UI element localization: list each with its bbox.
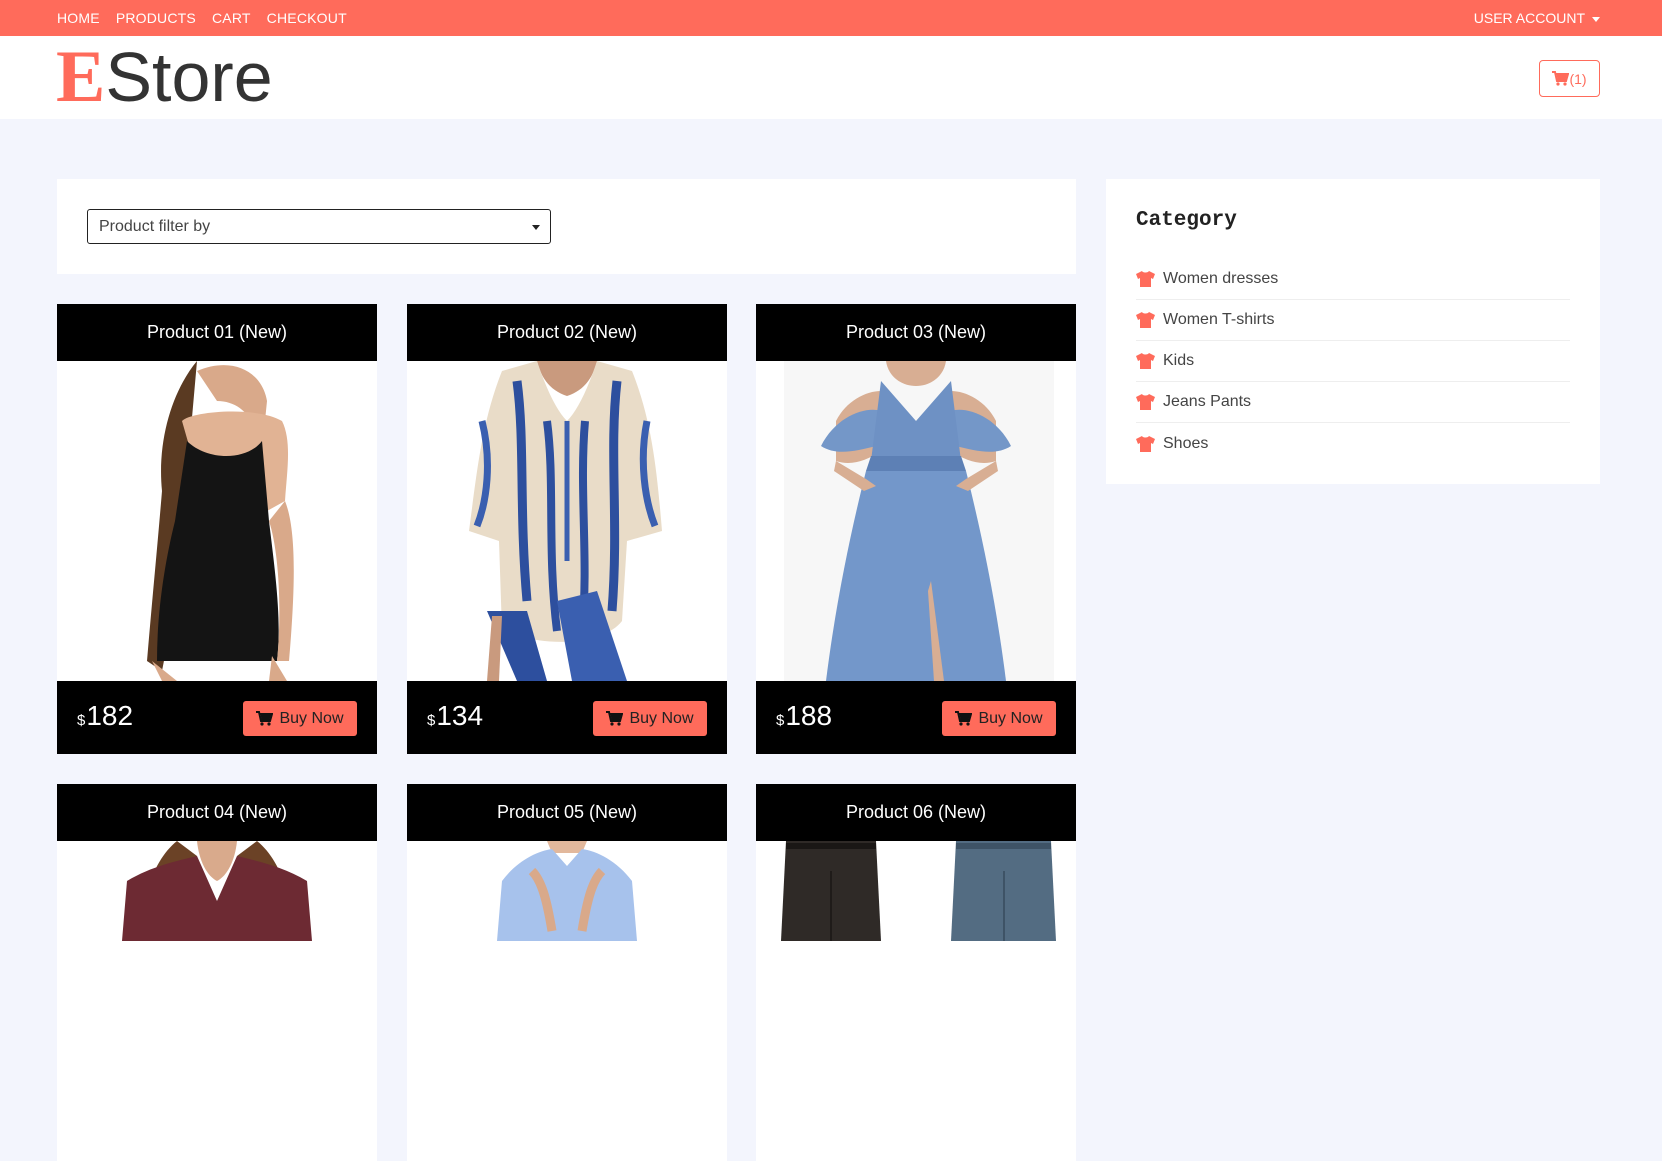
nav-products-link[interactable]: PRODUCTS: [116, 10, 196, 26]
product-title[interactable]: Product 06 (New): [756, 784, 1076, 841]
logo-text: Store: [105, 38, 273, 116]
product-card: Product 04 (New): [57, 784, 377, 1161]
product-footer: $182 Buy Now: [57, 681, 377, 754]
cart-icon: [1552, 71, 1570, 86]
product-price: $134: [427, 701, 483, 736]
tshirt-icon: [1136, 435, 1155, 452]
buy-now-label: Buy Now: [978, 709, 1043, 727]
product-image[interactable]: [407, 841, 727, 1161]
category-item-kids[interactable]: Kids: [1136, 341, 1570, 382]
currency-symbol: $: [427, 712, 436, 729]
product-footer: $188 Buy Now: [756, 681, 1076, 754]
nav-links: HOME PRODUCTS CART CHECKOUT: [57, 0, 347, 36]
product-image[interactable]: [57, 841, 377, 1161]
nav-cart-link[interactable]: CART: [212, 10, 251, 26]
product-card: Product 05 (New): [407, 784, 727, 1161]
product-price: $188: [776, 701, 832, 736]
category-label: Shoes: [1163, 434, 1209, 452]
price-value: 134: [436, 700, 484, 731]
product-image[interactable]: [756, 361, 1076, 681]
category-panel: Category Women dresses Women T-shirts Ki…: [1106, 179, 1600, 484]
product-title[interactable]: Product 04 (New): [57, 784, 377, 841]
product-footer: $134 Buy Now: [407, 681, 727, 754]
nav-checkout-link[interactable]: CHECKOUT: [267, 10, 347, 26]
product-filter-select[interactable]: Product filter by: [87, 209, 551, 244]
filter-panel: Product filter by: [57, 179, 1076, 274]
user-account-label: USER ACCOUNT: [1473, 10, 1585, 26]
product-title[interactable]: Product 01 (New): [57, 304, 377, 361]
category-item-women-tshirts[interactable]: Women T-shirts: [1136, 300, 1570, 341]
product-filter-value: Product filter by: [99, 217, 211, 235]
tshirt-icon: [1136, 312, 1155, 328]
tshirt-icon: [1136, 271, 1155, 287]
product-image[interactable]: [407, 361, 727, 681]
category-item-shoes[interactable]: Shoes: [1136, 423, 1570, 464]
cart-count: (1): [1569, 70, 1587, 87]
logo-letter: E: [56, 36, 106, 118]
nav-home-link[interactable]: HOME: [57, 10, 100, 26]
product-card: Product 02 (New) $134 Buy Now: [407, 304, 727, 754]
site-logo[interactable]: EStore: [56, 40, 273, 115]
tshirt-icon: [1136, 353, 1155, 369]
user-account-dropdown[interactable]: USER ACCOUNT: [1474, 0, 1600, 36]
chevron-down-icon: [1592, 16, 1600, 22]
top-nav-bar: HOME PRODUCTS CART CHECKOUT USER ACCOUNT: [0, 0, 1662, 36]
tshirt-icon: [1136, 394, 1155, 410]
category-label: Women T-shirts: [1163, 311, 1275, 328]
category-item-jeans-pants[interactable]: Jeans Pants: [1136, 382, 1570, 423]
chevron-down-icon: [532, 225, 540, 230]
category-list: Women dresses Women T-shirts Kids Jeans …: [1136, 259, 1570, 464]
buy-now-button[interactable]: Buy Now: [942, 701, 1056, 736]
category-item-women-dresses[interactable]: Women dresses: [1136, 259, 1570, 300]
category-heading: Category: [1136, 209, 1237, 232]
price-value: 188: [785, 700, 833, 731]
cart-button[interactable]: (1): [1539, 60, 1600, 97]
product-title[interactable]: Product 05 (New): [407, 784, 727, 841]
product-title[interactable]: Product 02 (New): [407, 304, 727, 361]
cart-icon: [256, 711, 274, 726]
buy-now-button[interactable]: Buy Now: [593, 701, 707, 736]
cart-icon: [955, 711, 973, 726]
product-price: $182: [77, 701, 133, 736]
currency-symbol: $: [77, 712, 86, 729]
buy-now-label: Buy Now: [279, 709, 344, 727]
product-image[interactable]: [57, 361, 377, 681]
site-header: EStore (1): [0, 36, 1662, 119]
product-card: Product 01 (New) $182 Buy Now: [57, 304, 377, 754]
buy-now-button[interactable]: Buy Now: [243, 701, 357, 736]
currency-symbol: $: [776, 712, 785, 729]
product-card: Product 03 (New) $188 Buy Now: [756, 304, 1076, 754]
category-label: Jeans Pants: [1163, 393, 1252, 410]
buy-now-label: Buy Now: [629, 709, 694, 727]
category-label: Kids: [1163, 352, 1195, 369]
product-title[interactable]: Product 03 (New): [756, 304, 1076, 361]
product-card: Product 06 (New): [756, 784, 1076, 1161]
price-value: 182: [86, 700, 134, 731]
category-label: Women dresses: [1163, 270, 1279, 287]
product-image[interactable]: [756, 841, 1076, 1161]
cart-icon: [606, 711, 624, 726]
